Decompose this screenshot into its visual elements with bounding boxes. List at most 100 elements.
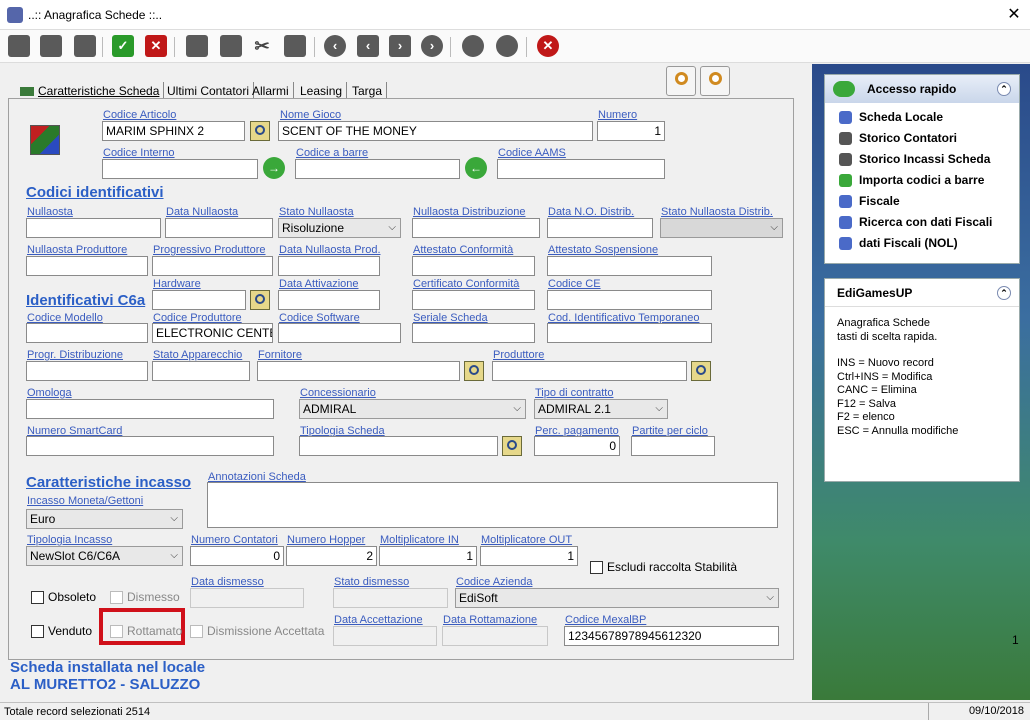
hardware-field[interactable] (152, 290, 246, 310)
seriale-scheda-field[interactable] (412, 323, 535, 343)
print-preview-icon[interactable] (220, 35, 242, 57)
codice-modello-field[interactable] (26, 323, 148, 343)
stato-dismesso-field[interactable] (333, 588, 448, 608)
paste-icon[interactable] (74, 35, 96, 57)
progr-distribuzione-field[interactable] (26, 361, 148, 381)
quick-item-fiscale[interactable]: Fiscale (825, 191, 1019, 212)
codice-a-barre-field[interactable] (295, 159, 460, 179)
escludi-checkbox[interactable]: Escludi raccolta Stabilità (590, 560, 737, 575)
codice-ce-field[interactable] (547, 290, 712, 310)
quick-item-importa-codici[interactable]: Importa codici a barre (825, 170, 1019, 191)
data-attivazione-field[interactable] (278, 290, 380, 310)
first-icon[interactable]: ‹ (324, 35, 346, 57)
codice-mexalbp-field[interactable]: 12345678978945612320 (564, 626, 779, 646)
tipo-contratto-select[interactable]: ADMIRAL 2.1 ⌵ (534, 399, 668, 419)
edigames-header: EdiGamesUP ⌃ (825, 279, 1019, 307)
copy-icon[interactable] (8, 35, 30, 57)
quick-item-storico-contatori[interactable]: Storico Contatori (825, 128, 1019, 149)
perc-pagamento-field[interactable]: 0 (534, 436, 620, 456)
collapse-icon[interactable]: ⌃ (997, 82, 1011, 96)
codice-ce-label: Codice CE (548, 278, 601, 290)
codice-produttore-field[interactable]: ELECTRONIC CENTEF (152, 323, 273, 343)
codice-azienda-select[interactable]: EdiSoft ⌵ (455, 588, 779, 608)
numero-smartcard-field[interactable] (26, 436, 274, 456)
codice-azienda-label: Codice Azienda (456, 576, 533, 588)
stato-dismesso-label: Stato dismesso (334, 576, 410, 588)
produttore-lookup-icon[interactable] (691, 361, 711, 381)
certificato-conformita-field[interactable] (412, 290, 535, 310)
print-icon[interactable] (186, 35, 208, 57)
tipologia-incasso-select[interactable]: NewSlot C6/C6A ⌵ (26, 546, 183, 566)
nullaosta-field[interactable] (26, 218, 161, 238)
nullaosta-distribuzione-field[interactable] (412, 218, 540, 238)
prev-icon[interactable]: ‹ (357, 35, 379, 57)
hardware-lookup-icon[interactable] (250, 290, 270, 310)
cut-icon[interactable]: ✂ (251, 35, 273, 57)
omologa-field[interactable] (26, 399, 274, 419)
data-rottamazione-label: Data Rottamazione (443, 614, 538, 626)
search-icon[interactable] (462, 35, 484, 57)
fornitore-field[interactable] (257, 361, 460, 381)
delete-icon[interactable]: ✕ (145, 35, 167, 57)
close-icon[interactable]: ✕ (1003, 4, 1025, 26)
tipologia-scheda-field[interactable] (299, 436, 498, 456)
stamp-icon[interactable] (284, 35, 306, 57)
close-record-icon[interactable]: ✕ (537, 35, 559, 57)
refresh-icon[interactable] (496, 35, 518, 57)
save-check-icon[interactable]: ✓ (112, 35, 134, 57)
identificativi-c6a-heading: Identificativi C6a (26, 292, 146, 309)
fornitore-lookup-icon[interactable] (464, 361, 484, 381)
venduto-checkbox[interactable]: Venduto (31, 624, 92, 639)
open-icon[interactable] (40, 35, 62, 57)
stato-nullaosta-select[interactable]: Risoluzione ⌵ (278, 218, 401, 238)
moltiplicatore-in-field[interactable]: 1 (379, 546, 477, 566)
next-icon[interactable]: › (389, 35, 411, 57)
numero-hopper-field[interactable]: 2 (286, 546, 377, 566)
codice-articolo-label: Codice Articolo (103, 109, 177, 121)
data-rottamazione-field[interactable] (442, 626, 548, 646)
data-nullaosta-prod-field[interactable] (278, 256, 380, 276)
attestato-conformita-label: Attestato Conformità (413, 244, 514, 256)
arrow-left-icon[interactable]: ← (465, 157, 487, 179)
quick-item-storico-incassi[interactable]: Storico Incassi Scheda (825, 149, 1019, 170)
produttore-field[interactable] (492, 361, 687, 381)
codice-software-field[interactable] (278, 323, 401, 343)
dismesso-checkbox[interactable]: Dismesso (110, 590, 180, 605)
cod-identificativo-temporaneo-field[interactable] (547, 323, 712, 343)
quick-item-scheda-locale[interactable]: Scheda Locale (825, 107, 1019, 128)
numero-field[interactable]: 1 (597, 121, 665, 141)
rottamato-checkbox[interactable]: Rottamato (110, 624, 182, 639)
nome-gioco-field[interactable]: SCENT OF THE MONEY (278, 121, 593, 141)
codice-articolo-field[interactable]: MARIM SPHINX 2 (102, 121, 245, 141)
annotazioni-scheda-textarea[interactable] (207, 482, 778, 528)
concessionario-select[interactable]: ADMIRAL ⌵ (299, 399, 526, 419)
codice-interno-field[interactable] (102, 159, 258, 179)
nome-gioco-label: Nome Gioco (280, 109, 342, 121)
moltiplicatore-out-field[interactable]: 1 (480, 546, 578, 566)
progressivo-produttore-field[interactable] (152, 256, 273, 276)
data-accettazione-field[interactable] (333, 626, 437, 646)
arrow-right-icon[interactable]: → (263, 157, 285, 179)
data-nullaosta-field[interactable] (165, 218, 273, 238)
dismissione-accettata-checkbox[interactable]: Dismissione Accettata (190, 624, 324, 639)
partite-per-ciclo-field[interactable] (631, 436, 715, 456)
incasso-moneta-select[interactable]: Euro ⌵ (26, 509, 183, 529)
quick-item-dati-fiscali-nol[interactable]: dati Fiscali (NOL) (825, 233, 1019, 254)
nullaosta-produttore-field[interactable] (26, 256, 148, 276)
stato-apparecchio-field[interactable] (152, 361, 250, 381)
last-icon[interactable]: › (421, 35, 443, 57)
numero-contatori-field[interactable]: 0 (190, 546, 284, 566)
data-dismesso-field[interactable] (190, 588, 304, 608)
codice-aams-field[interactable] (497, 159, 665, 179)
search-button[interactable] (666, 66, 696, 96)
obsoleto-checkbox[interactable]: Obsoleto (31, 590, 96, 605)
quick-item-ricerca-fiscali[interactable]: Ricerca con dati Fiscali (825, 212, 1019, 233)
data-no-distrib-field[interactable] (547, 218, 653, 238)
collapse-icon[interactable]: ⌃ (997, 286, 1011, 300)
tipologia-scheda-lookup-icon[interactable] (502, 436, 522, 456)
attestato-conformita-field[interactable] (412, 256, 535, 276)
codice-articolo-lookup-icon[interactable] (250, 121, 270, 141)
search-advanced-button[interactable] (700, 66, 730, 96)
attestato-sospensione-field[interactable] (547, 256, 712, 276)
stato-nullaosta-distrib-select[interactable]: ⌵ (660, 218, 783, 238)
